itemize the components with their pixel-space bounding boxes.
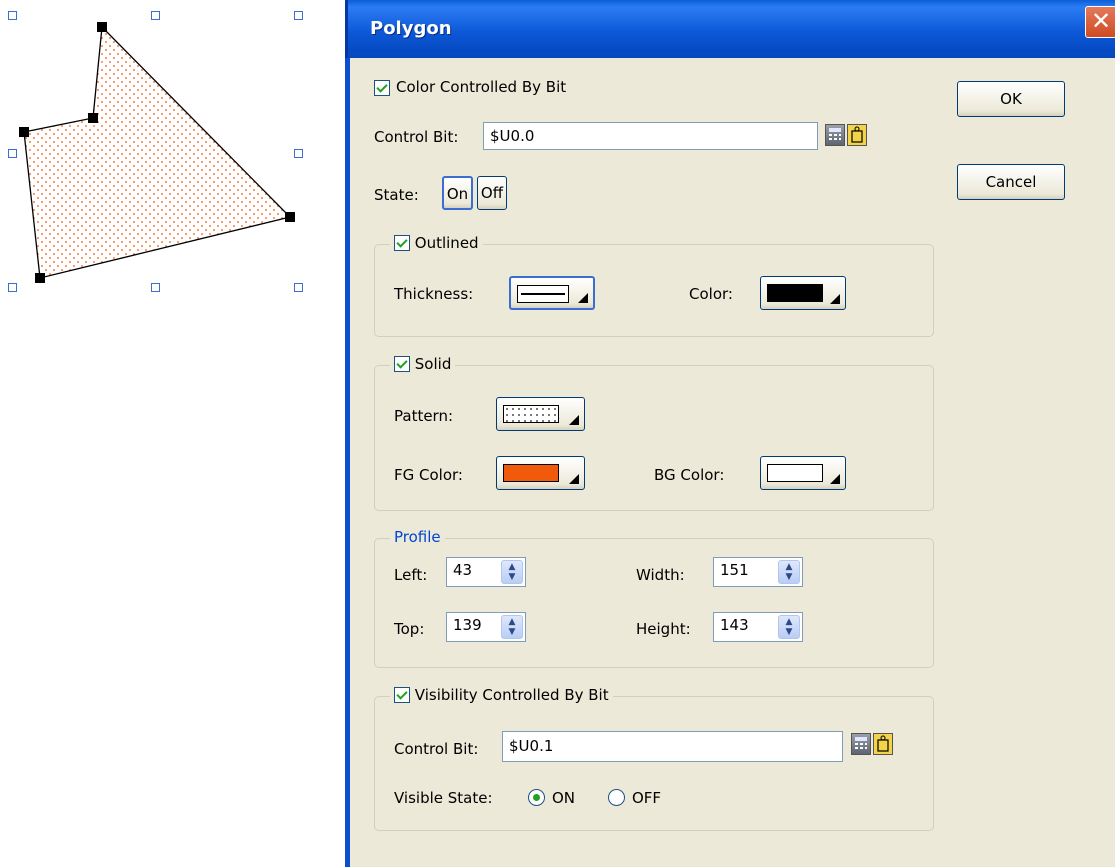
left-stepper[interactable]: 43 ▲ ▼ [446, 557, 526, 587]
outlined-checkbox[interactable] [394, 234, 410, 251]
vertex-handle[interactable] [97, 22, 107, 32]
fg-color-picker[interactable] [496, 456, 585, 490]
state-on-button[interactable]: On [442, 176, 473, 210]
drawing-canvas[interactable] [0, 0, 345, 867]
width-stepper[interactable]: 151 ▲ ▼ [713, 557, 803, 587]
vertex-handle[interactable] [88, 113, 98, 123]
vertex-handle[interactable] [35, 273, 45, 283]
top-value[interactable]: 139 [453, 616, 482, 634]
dropdown-triangle-icon [830, 294, 840, 304]
outlined-legend: Outlined [390, 234, 483, 252]
tag-browse-icon[interactable] [847, 124, 867, 146]
dropdown-triangle-icon [830, 474, 840, 484]
control-bit-label: Control Bit: [374, 128, 459, 146]
spin-updown-icon[interactable]: ▲ ▼ [778, 615, 800, 639]
bg-color-preview [767, 464, 823, 482]
visibility-legend: Visibility Controlled By Bit [390, 686, 613, 704]
fg-color-label: FG Color: [394, 466, 463, 484]
solid-label: Solid [414, 355, 452, 373]
width-value[interactable]: 151 [720, 561, 749, 579]
ok-button[interactable]: OK [957, 81, 1065, 117]
resize-handle-top[interactable] [151, 11, 160, 20]
bg-color-label: BG Color: [654, 466, 725, 484]
solid-legend: Solid [390, 355, 456, 373]
resize-handle-right[interactable] [294, 149, 303, 158]
calculator-icon[interactable] [825, 124, 845, 146]
calculator-icon[interactable] [851, 733, 871, 755]
visible-state-label: Visible State: [394, 789, 493, 807]
thickness-picker[interactable] [509, 276, 595, 310]
width-label: Width: [636, 566, 685, 584]
dropdown-triangle-icon [569, 474, 579, 484]
pattern-label: Pattern: [394, 407, 454, 425]
spin-updown-icon[interactable]: ▲ ▼ [778, 560, 800, 584]
title-bar[interactable]: Polygon ✕ [345, 0, 1115, 58]
visibility-checkbox[interactable] [394, 686, 410, 703]
resize-handle-top-right[interactable] [294, 11, 303, 20]
visible-on-label: ON [552, 789, 576, 807]
thickness-label: Thickness: [394, 285, 474, 303]
cancel-button[interactable]: Cancel [957, 164, 1065, 200]
top-stepper[interactable]: 139 ▲ ▼ [446, 612, 526, 642]
spin-updown-icon[interactable]: ▲ ▼ [501, 615, 523, 639]
top-label: Top: [394, 620, 425, 638]
resize-handle-top-left[interactable] [8, 11, 17, 20]
close-icon: ✕ [1090, 7, 1112, 35]
height-value[interactable]: 143 [720, 616, 749, 634]
height-label: Height: [636, 620, 691, 638]
close-button[interactable]: ✕ [1085, 6, 1115, 38]
outline-color-label: Color: [689, 285, 733, 303]
resize-handle-bottom-right[interactable] [294, 283, 303, 292]
vertex-handle[interactable] [19, 127, 29, 137]
outline-color-preview [767, 284, 823, 302]
tag-browse-icon[interactable] [873, 733, 893, 755]
bg-color-picker[interactable] [760, 456, 846, 490]
state-off-button[interactable]: Off [477, 176, 507, 210]
height-stepper[interactable]: 143 ▲ ▼ [713, 612, 803, 642]
resize-handle-left[interactable] [8, 149, 17, 158]
visibility-label: Visibility Controlled By Bit [414, 686, 609, 704]
visible-off-label: OFF [632, 789, 662, 807]
state-label: State: [374, 186, 419, 204]
color-controlled-checkbox[interactable] [374, 80, 390, 96]
outlined-label: Outlined [414, 234, 479, 252]
dialog-title: Polygon [370, 18, 452, 39]
window-frame-left [345, 58, 350, 867]
visible-off-radio[interactable] [608, 789, 625, 806]
left-value[interactable]: 43 [453, 561, 472, 579]
control-bit-input[interactable]: $U0.0 [483, 122, 818, 150]
visible-on-radio[interactable] [528, 789, 545, 806]
pattern-preview [503, 405, 559, 423]
dropdown-triangle-icon [578, 293, 588, 303]
profile-legend: Profile [390, 528, 445, 546]
thickness-preview [517, 285, 569, 303]
visibility-group [374, 696, 934, 831]
visibility-control-bit-label: Control Bit: [394, 740, 479, 758]
vertex-handle[interactable] [285, 212, 295, 222]
spin-updown-icon[interactable]: ▲ ▼ [501, 560, 523, 584]
resize-handle-bottom-left[interactable] [8, 283, 17, 292]
resize-handle-bottom[interactable] [151, 283, 160, 292]
solid-checkbox[interactable] [394, 355, 410, 372]
color-controlled-label: Color Controlled By Bit [396, 78, 567, 96]
solid-group [374, 365, 934, 511]
dropdown-triangle-icon [569, 415, 579, 425]
outline-color-picker[interactable] [760, 276, 846, 310]
left-label: Left: [394, 566, 428, 584]
polygon-dialog: Polygon ✕ OK Cancel Color Controlled By … [345, 0, 1115, 867]
pattern-picker[interactable] [496, 397, 585, 431]
visibility-control-bit-input[interactable]: $U0.1 [502, 731, 843, 762]
fg-color-preview [503, 464, 559, 482]
